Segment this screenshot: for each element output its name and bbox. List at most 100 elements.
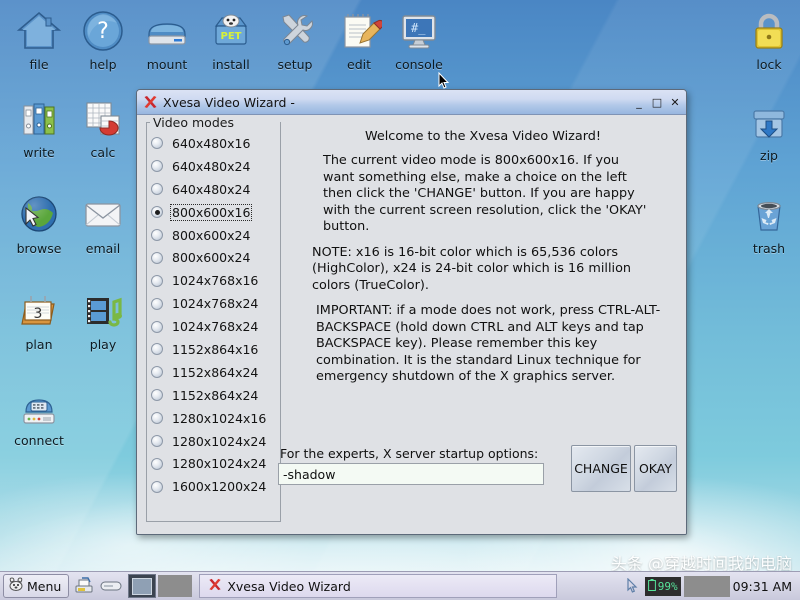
desktop-icon-email[interactable]: email <box>66 190 140 256</box>
video-mode-label: 1280x1024x24 <box>170 455 268 472</box>
desktop-icon-setup[interactable]: setup <box>258 6 332 72</box>
radio-icon[interactable] <box>151 389 163 401</box>
radio-icon[interactable] <box>151 298 163 310</box>
puppy-icon <box>8 577 24 595</box>
radio-icon[interactable] <box>151 435 163 447</box>
envelope-icon <box>66 190 140 240</box>
radio-icon[interactable] <box>151 229 163 241</box>
desktop-icon-help[interactable]: ? help <box>66 6 140 72</box>
radio-icon[interactable] <box>151 458 163 470</box>
video-mode-option[interactable]: 640x480x16 <box>148 132 278 155</box>
taskbar[interactable]: Menu Xvesa Video Wizard <box>0 571 800 600</box>
desktop-icon-plan[interactable]: 3 plan <box>2 286 76 352</box>
radio-icon[interactable] <box>151 343 163 355</box>
desktop-icon-connect[interactable]: connect <box>2 382 76 448</box>
battery-indicator[interactable]: 99% <box>645 577 681 596</box>
startup-options-input[interactable] <box>278 463 544 485</box>
video-mode-option[interactable]: 1152x864x24 <box>148 384 278 407</box>
workspace-page[interactable] <box>132 578 152 595</box>
video-mode-option[interactable]: 640x480x24 <box>148 155 278 178</box>
video-mode-option[interactable]: 1024x768x24 <box>148 292 278 315</box>
svg-text:3: 3 <box>34 306 43 322</box>
telephone-modem-icon <box>2 382 76 432</box>
desktop-icon-browse[interactable]: browse <box>2 190 76 256</box>
video-mode-option[interactable]: 1152x864x16 <box>148 338 278 361</box>
video-mode-option[interactable]: 1024x768x24 <box>148 315 278 338</box>
video-mode-label: 1024x768x24 <box>170 318 260 335</box>
radio-icon[interactable] <box>151 206 163 218</box>
desktop-icon-label: browse <box>2 241 76 256</box>
video-mode-label: 800x600x24 <box>170 227 252 244</box>
question-circle-icon: ? <box>66 6 140 56</box>
binders-icon <box>2 94 76 144</box>
video-mode-label: 1152x864x24 <box>170 387 260 404</box>
radio-icon[interactable] <box>151 137 163 149</box>
desktop-icon-label: help <box>66 57 140 72</box>
radio-icon[interactable] <box>151 366 163 378</box>
radio-icon[interactable] <box>151 252 163 264</box>
video-mode-option[interactable]: 1280x1024x24 <box>148 430 278 453</box>
wizard-paragraph-3: IMPORTANT: if a mode does not work, pres… <box>290 303 676 386</box>
wizard-heading: Welcome to the Xvesa Video Wizard! <box>290 129 676 144</box>
calendar-icon: 3 <box>2 286 76 336</box>
window-body: Video modes 640x480x16 640x480x24 640x48… <box>137 115 686 534</box>
desktop-icon-console[interactable]: #_ console <box>382 6 456 72</box>
desktop-icon-trash[interactable]: trash <box>732 190 800 256</box>
video-mode-list[interactable]: 640x480x16 640x480x24 640x480x24 800x600… <box>148 132 278 498</box>
printer-icon[interactable] <box>72 575 96 597</box>
desktop-icon-label: setup <box>258 57 332 72</box>
video-mode-option[interactable]: 1024x768x16 <box>148 269 278 292</box>
okay-button[interactable]: OKAY <box>634 445 677 492</box>
video-mode-label: 640x480x16 <box>170 135 252 152</box>
video-mode-option[interactable]: 800x600x24 <box>148 224 278 247</box>
video-mode-option[interactable]: 800x600x24 <box>148 246 278 269</box>
desktop-icon-write[interactable]: write <box>2 94 76 160</box>
globe-cursor-icon <box>2 190 76 240</box>
window-titlebar[interactable]: Xvesa Video Wizard - _ □ ✕ <box>137 90 686 115</box>
desktop-icon-label: calc <box>66 145 140 160</box>
desktop-icon-label: email <box>66 241 140 256</box>
radio-icon[interactable] <box>151 275 163 287</box>
start-menu-button[interactable]: Menu <box>3 574 69 598</box>
task-item-label: Xvesa Video Wizard <box>227 579 350 594</box>
desktop-icon-calc[interactable]: calc <box>66 94 140 160</box>
desktop-icon-file[interactable]: file <box>2 6 76 72</box>
video-mode-option[interactable]: 640x480x24 <box>148 178 278 201</box>
video-mode-label: 1152x864x16 <box>170 341 260 358</box>
desktop-icon-lock[interactable]: lock <box>732 6 800 72</box>
wizard-paragraph-2: NOTE: x16 is 16-bit color which is 65,53… <box>290 245 676 295</box>
desktop-icon-mount[interactable]: mount <box>130 6 204 72</box>
tray-panel <box>684 576 730 597</box>
window-task-list[interactable]: Xvesa Video Wizard <box>199 575 617 597</box>
desktop-icon-label: zip <box>732 148 800 163</box>
maximize-button[interactable]: □ <box>649 94 665 110</box>
video-mode-option[interactable]: 1600x1200x24 <box>148 475 278 498</box>
start-menu-label: Menu <box>27 579 61 594</box>
x-logo-icon <box>208 578 222 595</box>
desktop-icon-install[interactable]: PET install <box>194 6 268 72</box>
radio-icon[interactable] <box>151 481 163 493</box>
system-tray[interactable]: 99% 09:31 AM <box>618 575 798 597</box>
video-mode-option-selected[interactable]: 800x600x16 <box>148 201 278 224</box>
video-mode-option[interactable]: 1152x864x24 <box>148 361 278 384</box>
desktop-icon-label: lock <box>732 57 800 72</box>
wizard-paragraph-1: The current video mode is 800x600x16. If… <box>290 153 676 236</box>
desktop-icon-zip[interactable]: zip <box>732 97 800 163</box>
video-mode-option[interactable]: 1280x1024x16 <box>148 407 278 430</box>
tray-cursor-icon[interactable] <box>621 575 645 597</box>
desktop-icon-play[interactable]: play <box>66 286 140 352</box>
radio-icon[interactable] <box>151 321 163 333</box>
minimize-button[interactable]: _ <box>631 94 647 110</box>
video-mode-label: 1024x768x24 <box>170 295 260 312</box>
drive-icon[interactable] <box>99 575 123 597</box>
workspace-pager[interactable] <box>128 574 156 598</box>
task-item-xvesa-video-wizard[interactable]: Xvesa Video Wizard <box>199 574 557 598</box>
close-button[interactable]: ✕ <box>667 94 683 110</box>
xvesa-video-wizard-window[interactable]: Xvesa Video Wizard - _ □ ✕ Video modes 6… <box>136 89 687 535</box>
radio-icon[interactable] <box>151 183 163 195</box>
radio-icon[interactable] <box>151 412 163 424</box>
radio-icon[interactable] <box>151 160 163 172</box>
video-mode-label: 1152x864x24 <box>170 364 260 381</box>
video-mode-option[interactable]: 1280x1024x24 <box>148 452 278 475</box>
change-button[interactable]: CHANGE <box>571 445 631 492</box>
